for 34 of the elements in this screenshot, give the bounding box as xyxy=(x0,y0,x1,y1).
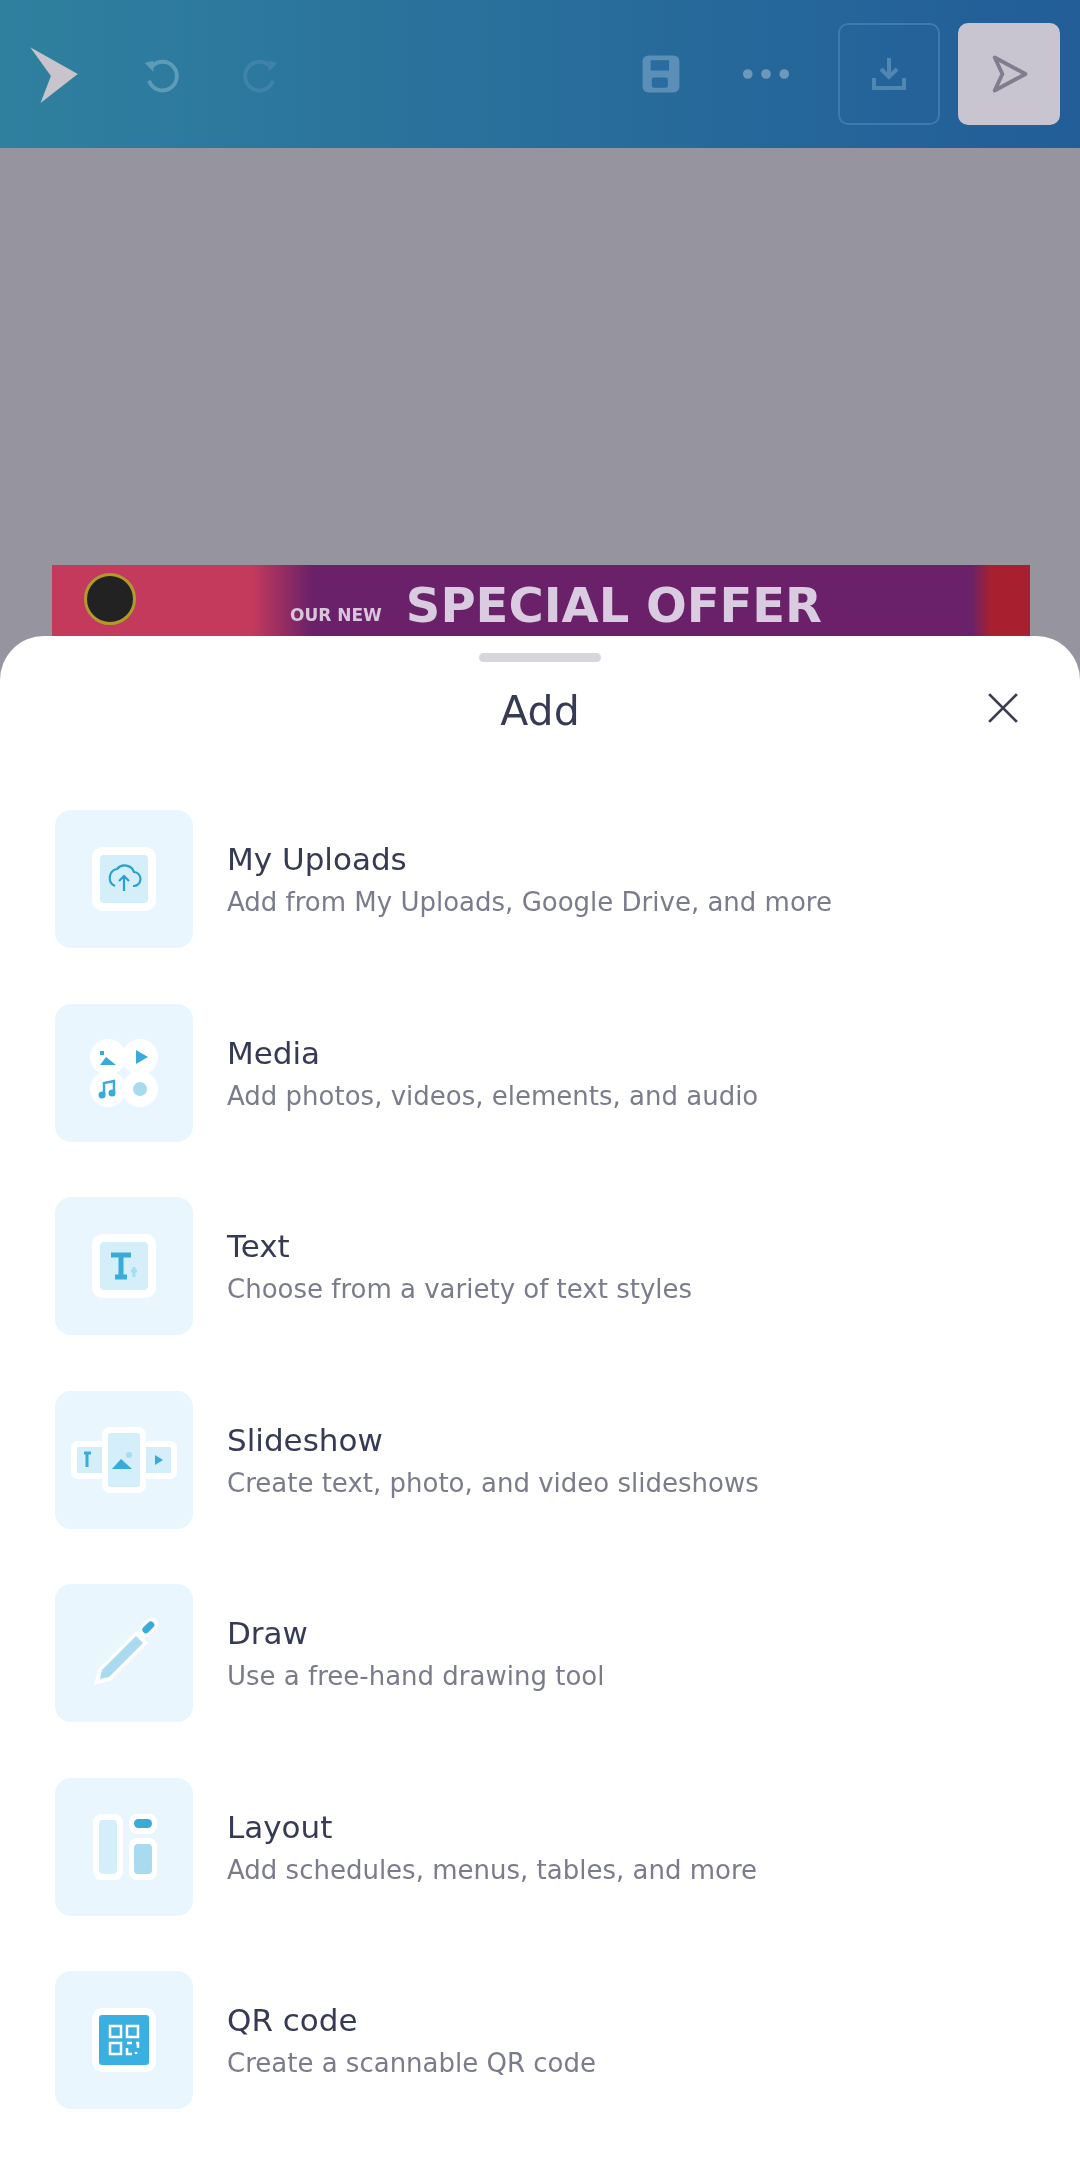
option-description: Choose from a variety of text styles xyxy=(227,1274,693,1304)
option-tile[interactable] xyxy=(55,1584,193,1722)
banner-headline: SPECIAL OFFER xyxy=(405,581,823,629)
option-tile[interactable] xyxy=(55,810,193,948)
drag-handle[interactable] xyxy=(479,653,601,662)
option-description: Add schedules, menus, tables, and more xyxy=(227,1854,757,1885)
banner-kicker: OUR NEW xyxy=(290,605,382,625)
option-description: Create text, photo, and video slideshows xyxy=(227,1467,759,1498)
option-title[interactable]: QR code xyxy=(227,2002,596,2038)
option-title[interactable]: My Uploads xyxy=(227,841,832,877)
cloud-upload-icon xyxy=(89,844,159,914)
option-tile[interactable] xyxy=(55,1003,193,1142)
option-tile[interactable] xyxy=(55,1197,193,1335)
close-icon[interactable] xyxy=(987,692,1019,724)
option-title[interactable]: Media xyxy=(227,1034,759,1071)
more-icon[interactable] xyxy=(742,68,790,80)
option-tile[interactable] xyxy=(55,1971,193,2109)
share-button[interactable] xyxy=(958,23,1060,125)
option-description: Add from My Uploads, Google Drive, and more xyxy=(227,887,832,917)
text-icon xyxy=(89,1231,159,1301)
badge-icon xyxy=(84,573,136,625)
download-button[interactable] xyxy=(838,23,940,125)
option-tile[interactable] xyxy=(55,1777,193,1916)
option-title[interactable]: Slideshow xyxy=(227,1421,759,1458)
option-description: Add photos, videos, elements, and audio xyxy=(227,1080,759,1111)
slideshow-icon xyxy=(69,1424,179,1495)
sheet-title: Add xyxy=(500,687,580,735)
option-description: Create a scannable QR code xyxy=(227,2048,596,2078)
qr-code-icon xyxy=(89,2005,159,2075)
option-title[interactable]: Text xyxy=(227,1228,693,1264)
option-tile[interactable] xyxy=(55,1390,193,1529)
option-title[interactable]: Layout xyxy=(227,1808,757,1845)
option-description: Use a free-hand drawing tool xyxy=(227,1661,605,1691)
option-title[interactable]: Draw xyxy=(227,1615,605,1651)
